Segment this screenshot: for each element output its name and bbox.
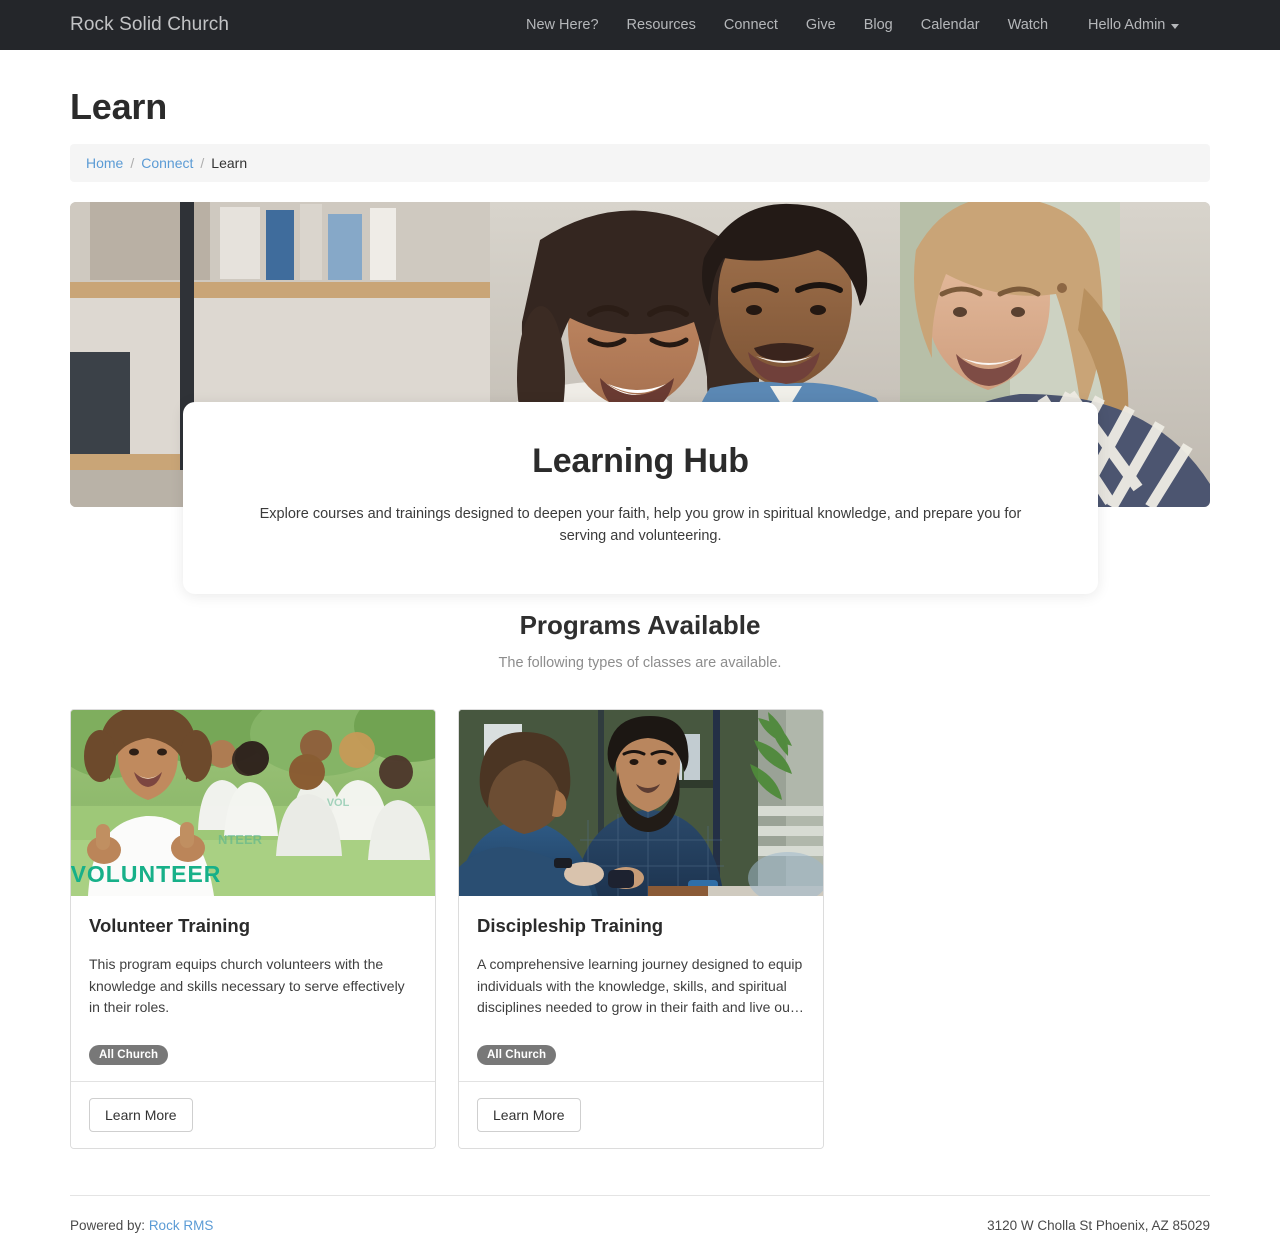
program-card-description: A comprehensive learning journey designe… — [477, 956, 804, 1016]
program-card[interactable]: VOLUNTEER NTEER VOL Volunteer Training T… — [70, 709, 436, 1150]
page-title: Learn — [70, 86, 168, 127]
status-badge: All Church — [89, 1045, 169, 1066]
user-menu[interactable]: Hello Admin — [1088, 17, 1180, 33]
breadcrumb-item-home[interactable]: Home — [86, 155, 123, 171]
breadcrumb-item-learn: Learn — [211, 155, 248, 171]
breadcrumb-separator: / — [130, 155, 135, 171]
learn-more-button[interactable]: Learn More — [477, 1098, 581, 1133]
program-card-title: Volunteer Training — [89, 915, 251, 936]
nav-item-connect[interactable]: Connect — [710, 11, 792, 39]
programs-card-grid: VOLUNTEER NTEER VOL Volunteer Training T… — [70, 709, 1210, 1150]
svg-text:VOLUNTEER: VOLUNTEER — [71, 861, 221, 887]
nav-item-new-here[interactable]: New Here? — [512, 11, 613, 39]
programs-section-header: Programs Available The following types o… — [70, 610, 1210, 671]
nav-item-watch[interactable]: Watch — [994, 11, 1063, 39]
breadcrumb-separator: / — [200, 155, 205, 171]
nav-item-resources[interactable]: Resources — [613, 11, 710, 39]
hero-title: Learning Hub — [532, 442, 749, 480]
hero-card: Learning Hub Explore courses and trainin… — [183, 402, 1098, 594]
site-brand[interactable]: Rock Solid Church — [70, 14, 229, 36]
program-card-title: Discipleship Training — [477, 915, 664, 936]
hero-section: Learning Hub Explore courses and trainin… — [70, 202, 1210, 594]
chevron-down-icon — [1171, 23, 1180, 29]
learn-more-button[interactable]: Learn More — [89, 1098, 193, 1133]
programs-subheading: The following types of classes are avail… — [498, 655, 782, 671]
program-card-footer: Learn More — [459, 1081, 823, 1149]
svg-text:VOL: VOL — [327, 797, 350, 809]
program-card-description: This program equips church volunteers wi… — [89, 956, 405, 1016]
nav-item-calendar[interactable]: Calendar — [907, 11, 994, 39]
programs-heading: Programs Available — [519, 610, 761, 640]
program-card[interactable]: Discipleship Training A comprehensive le… — [458, 709, 824, 1150]
page-footer: Powered by: Rock RMS 3120 W Cholla St Ph… — [70, 1195, 1210, 1253]
powered-by-label: Powered by: — [70, 1218, 146, 1234]
breadcrumb-item-connect[interactable]: Connect — [141, 155, 193, 171]
footer-address: 3120 W Cholla St Phoenix, AZ 85029 — [987, 1218, 1210, 1234]
nav-item-give[interactable]: Give — [792, 11, 850, 39]
svg-text:NTEER: NTEER — [218, 832, 263, 847]
rock-rms-link[interactable]: Rock RMS — [149, 1218, 214, 1233]
top-navbar: Rock Solid Church New Here? Resources Co… — [0, 0, 1280, 50]
primary-nav: New Here? Resources Connect Give Blog Ca… — [512, 11, 1062, 39]
powered-by: Powered by: Rock RMS — [70, 1218, 213, 1233]
program-card-footer: Learn More — [71, 1081, 435, 1149]
program-card-image: VOLUNTEER NTEER VOL — [71, 710, 435, 896]
breadcrumb: Home / Connect / Learn — [70, 144, 1210, 182]
program-card-body: Volunteer Training This program equips c… — [71, 896, 435, 1081]
program-card-body: Discipleship Training A comprehensive le… — [459, 896, 823, 1081]
page-container: Learn Home / Connect / Learn Learning Hu… — [70, 86, 1210, 1253]
hero-description: Explore courses and trainings designed t… — [259, 506, 1022, 545]
program-card-image — [459, 710, 823, 896]
nav-item-blog[interactable]: Blog — [850, 11, 907, 39]
user-menu-label: Hello Admin — [1088, 17, 1166, 33]
status-badge: All Church — [477, 1045, 557, 1066]
